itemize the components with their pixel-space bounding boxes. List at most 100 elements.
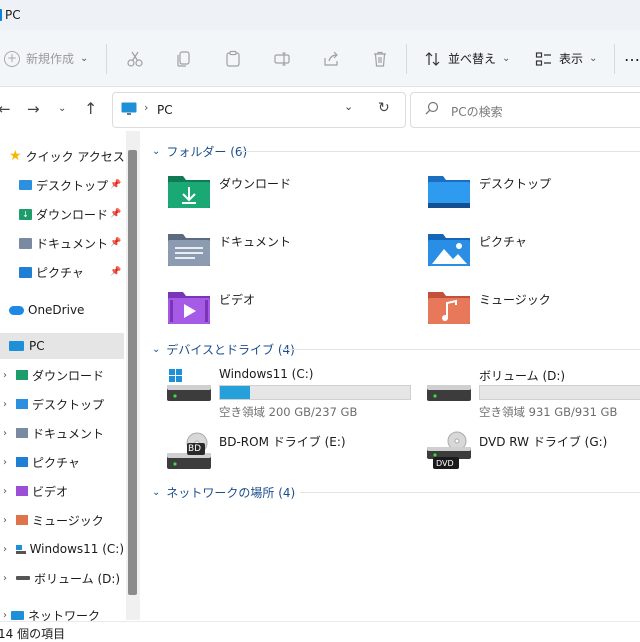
pictures-folder-icon bbox=[16, 457, 28, 467]
plus-icon: + bbox=[4, 50, 20, 67]
scissors-icon bbox=[127, 51, 143, 67]
copy-button[interactable] bbox=[175, 50, 193, 71]
folder-desktop[interactable]: デスクトップ bbox=[427, 173, 640, 223]
sidebar-item-label: デスクトップ bbox=[32, 397, 105, 412]
chevron-right-icon: › bbox=[3, 572, 7, 584]
section-network[interactable]: ⌄ ネットワークの場所 (4) bbox=[152, 484, 295, 501]
sidebar-item-label: ダウンロード bbox=[32, 368, 105, 383]
download-folder-icon bbox=[168, 176, 210, 208]
folder-pictures[interactable]: ピクチャ bbox=[427, 231, 640, 281]
desktop-folder-icon bbox=[16, 399, 28, 409]
chevron-right-icon: › bbox=[3, 485, 7, 497]
sidebar-scrollbar-thumb[interactable] bbox=[128, 150, 137, 595]
sidebar-item-drive-d[interactable]: › ボリューム (D:) bbox=[0, 565, 124, 591]
share-button[interactable] bbox=[322, 50, 340, 71]
sidebar-item-label: ボリューム (D:) bbox=[34, 571, 121, 586]
chevron-down-icon: ⌄ bbox=[502, 53, 511, 64]
sidebar-item-label: Windows11 (C:) bbox=[29, 542, 124, 556]
sidebar-item-pc-pictures[interactable]: › ピクチャ bbox=[0, 449, 124, 475]
drive-icon bbox=[16, 576, 30, 580]
pin-icon: 📌 bbox=[110, 267, 122, 277]
chevron-down-icon: ⌄ bbox=[344, 100, 354, 113]
sidebar-item-pc-documents[interactable]: › ドキュメント bbox=[0, 420, 124, 446]
star-icon: ★ bbox=[9, 148, 22, 164]
drive-icon bbox=[427, 385, 471, 401]
section-folders-label: フォルダー (6) bbox=[166, 145, 248, 159]
toolbar-divider bbox=[406, 44, 407, 74]
view-button[interactable]: 表示 ⌄ bbox=[535, 50, 597, 67]
paste-button[interactable] bbox=[224, 50, 242, 71]
refresh-button[interactable]: ↻ bbox=[378, 100, 390, 116]
sidebar-item-pc-videos[interactable]: › ビデオ bbox=[0, 478, 124, 504]
sidebar-item-drive-c[interactable]: › Windows11 (C:) bbox=[0, 536, 124, 562]
chevron-down-icon: ⌄ bbox=[80, 53, 89, 64]
more-options-button[interactable]: … bbox=[624, 46, 640, 65]
sidebar-item-label: ドキュメント bbox=[36, 236, 109, 251]
pc-icon bbox=[0, 9, 2, 21]
delete-button[interactable] bbox=[371, 50, 389, 71]
sidebar-item-label: ダウンロード bbox=[36, 207, 109, 222]
drive-label: DVD RW ドライブ (G:) bbox=[479, 435, 608, 449]
sidebar-item-label: ピクチャ bbox=[32, 455, 80, 470]
sidebar-item-pictures[interactable]: ピクチャ 📌 bbox=[0, 259, 124, 285]
sidebar-item-label: ビデオ bbox=[32, 484, 69, 499]
sidebar-item-documents[interactable]: ドキュメント 📌 bbox=[0, 230, 124, 256]
trash-icon bbox=[374, 51, 386, 67]
folder-music[interactable]: ミュージック bbox=[427, 289, 640, 339]
rename-button[interactable] bbox=[273, 50, 291, 71]
sidebar-item-label: ドキュメント bbox=[32, 426, 105, 441]
desktop-folder-icon bbox=[428, 176, 470, 208]
sidebar-item-pc[interactable]: PC bbox=[0, 333, 124, 359]
documents-folder-icon bbox=[16, 428, 28, 438]
sidebar-item-downloads[interactable]: ↓ ダウンロード 📌 bbox=[0, 201, 124, 227]
clipboard-icon bbox=[226, 50, 240, 67]
folder-documents[interactable]: ドキュメント bbox=[167, 231, 407, 281]
content-pane: ⌄ フォルダー (6) ダウンロード デスクトップ ドキュメント ピクチャ ビデ… bbox=[140, 131, 640, 621]
sort-button[interactable]: 並べ替え ⌄ bbox=[424, 50, 510, 67]
drive-c[interactable]: Windows11 (C:) 空き領域 200 GB/237 GB bbox=[167, 367, 411, 421]
chevron-right-icon: › bbox=[3, 427, 7, 439]
up-button[interactable]: ↑ bbox=[84, 99, 97, 118]
chevron-right-icon: › bbox=[3, 609, 7, 621]
drive-e[interactable]: BD BD-ROM ドライブ (E:) bbox=[167, 431, 407, 485]
sidebar-item-label: PC bbox=[29, 339, 45, 353]
search-input[interactable] bbox=[410, 92, 640, 128]
section-folders[interactable]: ⌄ フォルダー (6) bbox=[152, 143, 247, 160]
folder-videos[interactable]: ビデオ bbox=[167, 289, 407, 339]
video-folder-icon bbox=[168, 292, 210, 324]
chevron-right-icon: › bbox=[3, 514, 7, 526]
cut-button[interactable] bbox=[126, 50, 144, 71]
address-dropdown-button[interactable]: ⌄ bbox=[344, 100, 353, 113]
window-title: PC bbox=[5, 8, 21, 22]
drive-g[interactable]: DVD DVD RW ドライブ (G:) bbox=[427, 431, 640, 485]
section-devices[interactable]: ⌄ デバイスとドライブ (4) bbox=[152, 341, 295, 358]
sidebar-item-pc-desktop[interactable]: › デスクトップ bbox=[0, 391, 124, 417]
network-icon bbox=[11, 610, 24, 620]
new-button[interactable]: + 新規作成 ⌄ bbox=[4, 50, 88, 67]
drive-d[interactable]: ボリューム (D:) 空き領域 931 GB/931 GB bbox=[427, 367, 640, 421]
sidebar-item-desktop[interactable]: デスクトップ 📌 bbox=[0, 172, 124, 198]
drive-label: ボリューム (D:) bbox=[479, 369, 566, 383]
sidebar-item-quick-access[interactable]: ★ クイック アクセス bbox=[0, 143, 125, 169]
arrow-left-icon: ← bbox=[0, 100, 11, 118]
recent-locations-button[interactable]: ⌄ bbox=[58, 103, 66, 114]
chevron-right-icon: › bbox=[3, 398, 7, 410]
monitor-icon bbox=[9, 341, 24, 351]
chevron-right-icon: › bbox=[3, 543, 7, 555]
sidebar-item-pc-music[interactable]: › ミュージック bbox=[0, 507, 124, 533]
cloud-icon bbox=[9, 305, 24, 315]
sidebar-item-label: OneDrive bbox=[28, 303, 85, 317]
arrow-up-icon: ↑ bbox=[84, 99, 98, 118]
share-icon bbox=[324, 51, 338, 66]
sidebar-item-pc-downloads[interactable]: › ダウンロード bbox=[0, 362, 124, 388]
documents-folder-icon bbox=[168, 234, 210, 266]
back-button[interactable]: ← bbox=[0, 100, 11, 118]
folder-downloads[interactable]: ダウンロード bbox=[167, 173, 407, 223]
sidebar-item-onedrive[interactable]: OneDrive bbox=[0, 297, 124, 323]
toolbar-divider bbox=[106, 44, 107, 74]
copy-icon bbox=[177, 51, 190, 67]
item-count: 14 個の項目 bbox=[0, 627, 66, 641]
arrow-right-icon: → bbox=[27, 100, 40, 118]
breadcrumb-pc[interactable]: PC bbox=[157, 103, 173, 117]
forward-button[interactable]: → bbox=[27, 100, 40, 118]
